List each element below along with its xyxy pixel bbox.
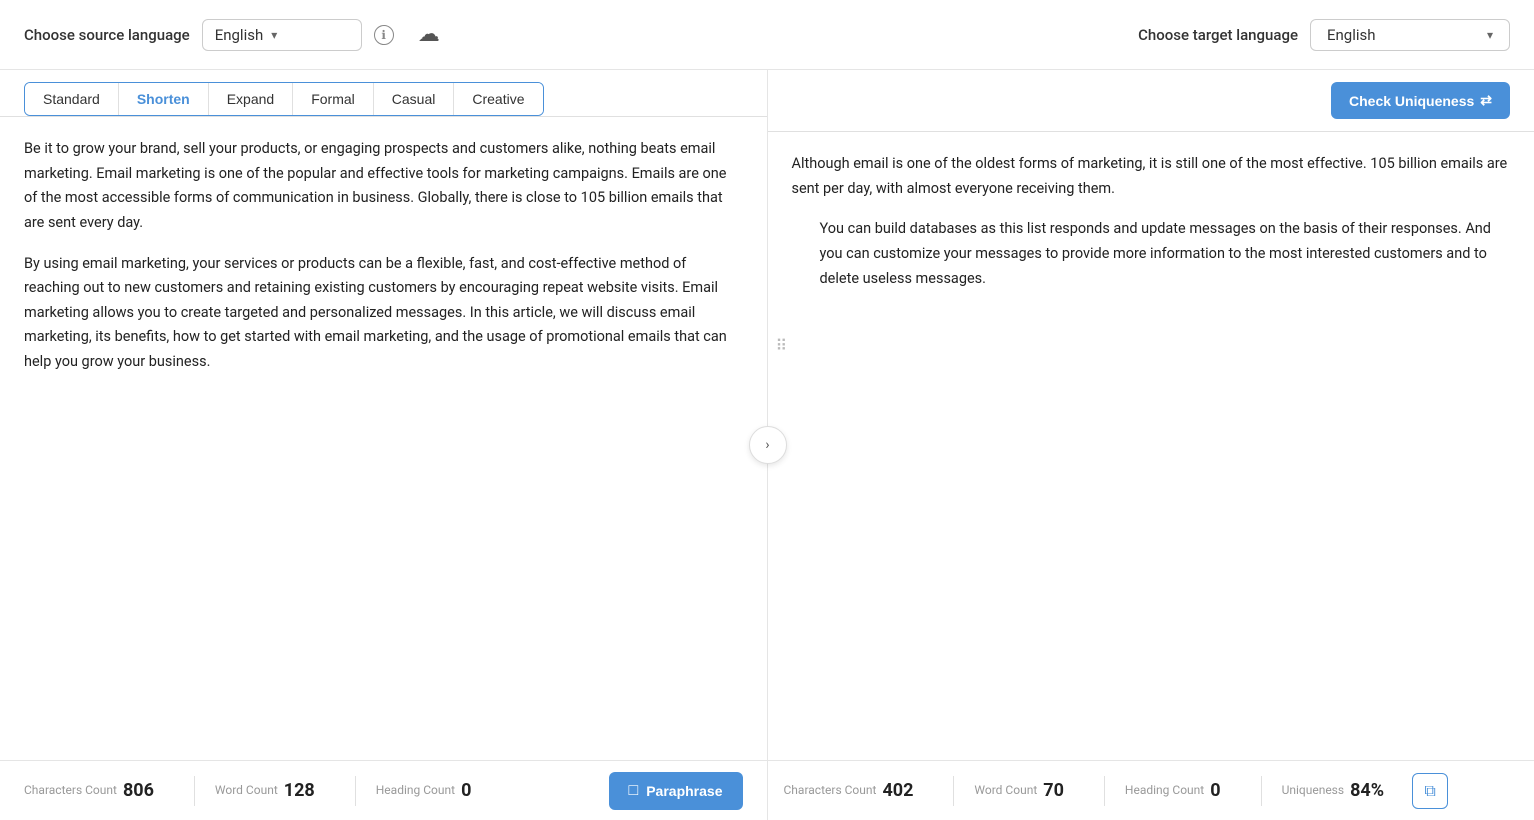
tabs-container: Standard Shorten Expand Formal Casual Cr…: [0, 70, 767, 117]
left-chars-stat: Characters Count 806: [24, 780, 174, 801]
copy-button[interactable]: ⧉: [1412, 773, 1448, 809]
source-paragraph-2: By using email marketing, your services …: [24, 252, 743, 375]
right-uniqueness-value: 84%: [1350, 780, 1384, 801]
source-language-value: English: [215, 26, 264, 44]
source-language-label: Choose source language: [24, 26, 190, 44]
stat-divider-2: [355, 776, 356, 806]
right-word-value: 70: [1043, 780, 1064, 801]
paraphrase-label: Paraphrase: [646, 783, 722, 799]
left-panel: Standard Shorten Expand Formal Casual Cr…: [0, 70, 768, 820]
stat-divider-1: [194, 776, 195, 806]
left-footer: Characters Count 806 Word Count 128 Head…: [0, 760, 767, 820]
right-stat-divider-2: [1104, 776, 1105, 806]
tab-creative[interactable]: Creative: [454, 83, 542, 115]
right-top-bar: Check Uniqueness ⇄: [768, 70, 1534, 132]
right-chars-stat: Characters Count 402: [784, 780, 934, 801]
tab-shorten[interactable]: Shorten: [119, 83, 209, 115]
target-language-value: English: [1327, 26, 1376, 44]
right-chars-label: Characters Count: [784, 783, 877, 799]
check-uniqueness-label: Check Uniqueness: [1349, 93, 1474, 109]
target-paragraph-1: Although email is one of the oldest form…: [792, 152, 1511, 201]
target-language-chevron-icon: ▾: [1487, 28, 1493, 42]
check-uniqueness-button[interactable]: Check Uniqueness ⇄: [1331, 82, 1510, 119]
copy-icon: ⧉: [1424, 781, 1435, 801]
source-language-select[interactable]: English ▾: [202, 19, 362, 51]
tab-expand[interactable]: Expand: [209, 83, 293, 115]
tab-formal[interactable]: Formal: [293, 83, 374, 115]
right-stat-divider-1: [953, 776, 954, 806]
right-word-label: Word Count: [974, 783, 1037, 799]
left-heading-value: 0: [461, 780, 471, 801]
right-heading-stat: Heading Count 0: [1125, 780, 1241, 801]
info-icon[interactable]: ℹ: [374, 25, 394, 45]
main-content: Standard Shorten Expand Formal Casual Cr…: [0, 70, 1534, 820]
left-word-value: 128: [284, 780, 315, 801]
source-language-chevron-icon: ▾: [271, 28, 277, 42]
right-chars-value: 402: [882, 780, 913, 801]
left-heading-label: Heading Count: [376, 783, 455, 799]
right-stat-divider-3: [1261, 776, 1262, 806]
left-word-label: Word Count: [215, 783, 278, 799]
cloud-upload-icon[interactable]: ☁: [418, 22, 440, 47]
target-paragraph-2: You can build databases as this list res…: [792, 217, 1511, 291]
left-chars-label: Characters Count: [24, 783, 117, 799]
right-heading-label: Heading Count: [1125, 783, 1204, 799]
check-uniqueness-arrows-icon: ⇄: [1480, 92, 1492, 109]
right-uniqueness-stat: Uniqueness 84%: [1282, 780, 1404, 801]
left-word-stat: Word Count 128: [215, 780, 335, 801]
swap-arrow-button[interactable]: ›: [749, 426, 787, 464]
left-heading-stat: Heading Count 0: [376, 780, 492, 801]
left-chars-value: 806: [123, 780, 154, 801]
right-footer: Characters Count 402 Word Count 70 Headi…: [768, 760, 1534, 820]
top-bar: Choose source language English ▾ ℹ ☁ Cho…: [0, 0, 1534, 70]
mode-tabs: Standard Shorten Expand Formal Casual Cr…: [24, 82, 544, 116]
source-text-area[interactable]: Be it to grow your brand, sell your prod…: [0, 117, 767, 760]
right-word-stat: Word Count 70: [974, 780, 1084, 801]
source-paragraph-1: Be it to grow your brand, sell your prod…: [24, 137, 743, 236]
right-uniqueness-label: Uniqueness: [1282, 783, 1345, 799]
right-panel: Check Uniqueness ⇄ Although email is one…: [768, 70, 1534, 820]
target-language-select[interactable]: English ▾: [1310, 19, 1510, 51]
target-language-label: Choose target language: [1138, 26, 1298, 44]
right-heading-value: 0: [1210, 780, 1220, 801]
paraphrase-icon: □: [629, 782, 639, 800]
tab-standard[interactable]: Standard: [25, 83, 119, 115]
target-text-area[interactable]: Although email is one of the oldest form…: [768, 132, 1534, 760]
tab-casual[interactable]: Casual: [374, 83, 455, 115]
paraphrase-button[interactable]: □ Paraphrase: [609, 772, 743, 810]
drag-handle-icon[interactable]: ⠿: [776, 332, 788, 359]
